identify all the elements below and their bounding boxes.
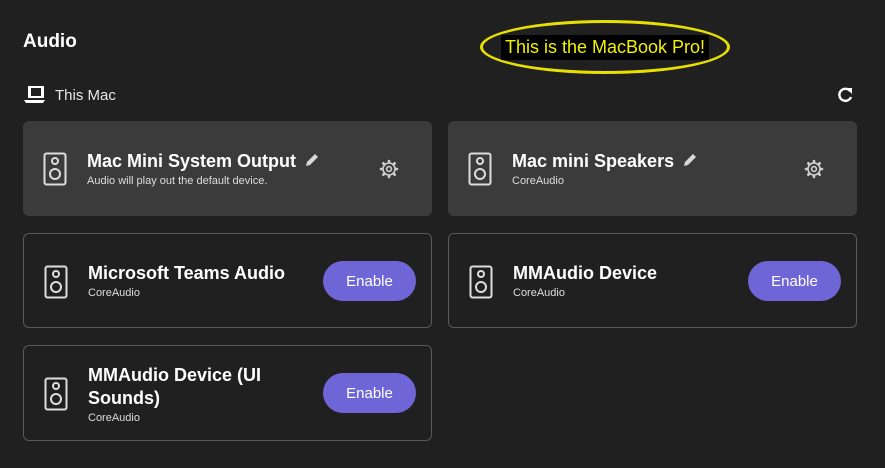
device-subtitle: CoreAudio [512,175,564,187]
device-card-mmaudio: MMAudio Device CoreAudio Enable [448,233,857,328]
gear-icon[interactable] [379,159,399,179]
enable-button[interactable]: Enable [323,373,416,413]
speaker-icon [43,152,67,186]
device-card-teams-audio: Microsoft Teams Audio CoreAudio Enable [23,233,432,328]
enable-button[interactable]: Enable [323,261,416,301]
device-name: Mac Mini System Output [87,151,297,171]
device-info: Mac Mini System Output Audio will play o… [87,150,320,187]
device-info: MMAudio Device (UI Sounds) CoreAudio [88,364,288,424]
device-name: Mac mini Speakers [512,151,675,171]
device-card-system-output[interactable]: Mac Mini System Output Audio will play o… [23,121,432,216]
device-info: Microsoft Teams Audio CoreAudio [88,262,285,299]
device-name: MMAudio Device [513,263,658,283]
speaker-icon [44,377,68,411]
device-name: MMAudio Device (UI Sounds) [88,365,262,408]
page-title: Audio [23,31,77,52]
device-subtitle: Audio will play out the default device. [87,175,268,187]
audio-settings-page: Audio This is the MacBook Pro! This Mac … [0,0,885,468]
device-name: Microsoft Teams Audio [88,263,286,283]
speaker-icon [468,152,492,186]
callout-text: This is the MacBook Pro! [500,34,710,60]
device-card-speakers[interactable]: Mac mini Speakers CoreAudio [448,121,857,216]
pencil-icon[interactable] [682,152,698,168]
device-subtitle: CoreAudio [88,412,140,424]
annotation-callout: This is the MacBook Pro! [480,20,730,74]
speaker-icon [44,265,68,299]
group-label: This Mac [55,86,116,104]
device-info: MMAudio Device CoreAudio [513,262,657,299]
speaker-icon [469,265,493,299]
device-group-header: This Mac [23,84,116,106]
laptop-icon [24,86,45,103]
device-card-mmaudio-ui-sounds: MMAudio Device (UI Sounds) CoreAudio Ena… [23,345,432,441]
pencil-icon[interactable] [304,152,320,168]
gear-icon[interactable] [804,159,824,179]
enable-button[interactable]: Enable [748,261,841,301]
device-info: Mac mini Speakers CoreAudio [512,150,698,187]
device-subtitle: CoreAudio [88,287,140,299]
refresh-icon[interactable] [836,86,854,104]
device-subtitle: CoreAudio [513,287,565,299]
